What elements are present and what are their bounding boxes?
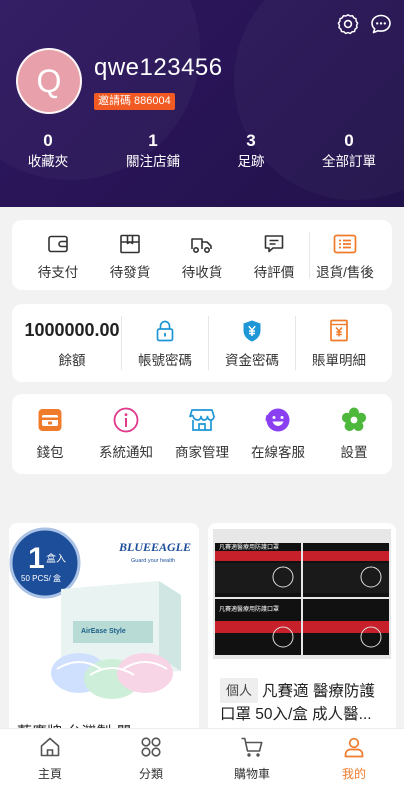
brand-tagline: Guard your health (131, 558, 175, 564)
order-to-receive[interactable]: 待收貨 (167, 232, 237, 281)
stat-label: 全部訂單 (322, 154, 376, 169)
badge-pieces: 50 PCS/ 盒 (21, 573, 61, 583)
tab-label: 購物車 (233, 767, 270, 781)
bill-details[interactable]: 賬單明細 (296, 318, 382, 369)
smiley-headset-icon (265, 408, 290, 432)
tab-category[interactable]: 分類 (111, 735, 191, 782)
order-item-label: 退貨/售後 (316, 265, 374, 280)
user-icon (344, 737, 364, 758)
seller-type-tag: 個人 (220, 678, 259, 703)
truck-icon (191, 238, 212, 254)
service-system-notice[interactable]: 系統通知 (90, 406, 162, 461)
shop-icon (189, 409, 215, 431)
order-item-label: 待支付 (37, 265, 79, 280)
stat-value: 1 (148, 131, 158, 150)
badge-number: 1 (28, 542, 45, 575)
comment-icon (264, 235, 284, 253)
tab-label: 我的 (341, 767, 366, 781)
service-label: 錢包 (36, 445, 64, 460)
stat-label: 關注店鋪 (126, 154, 180, 169)
service-wallet[interactable]: 錢包 (14, 406, 86, 461)
cart-icon (241, 737, 263, 757)
return-list-icon (333, 234, 357, 254)
account-card: 1000000.00 餘額 帳號密碼 資金密碼 賬單明細 (12, 304, 392, 382)
order-status-card: 待支付 待發貨 待收貨 待評價 退貨/售後 (12, 220, 392, 290)
order-to-ship[interactable]: 待發貨 (95, 232, 165, 281)
bottom-tab-bar: 主頁 分類 購物車 我的 (0, 728, 404, 785)
flower-gear-icon (341, 407, 367, 432)
box-label: 凡賽適醫療用防護口罩 (219, 605, 279, 613)
order-item-label: 待收貨 (181, 265, 223, 280)
brand-name: BLUEEAGLE (118, 540, 191, 554)
info-icon (113, 407, 139, 433)
order-item-label: 待評價 (253, 265, 295, 280)
product-card[interactable]: 1 盒入 50 PCS/ 盒 BLUEEAGLE Guard your heal… (9, 523, 199, 738)
chat-bubble-icon[interactable] (369, 12, 393, 36)
account-item-label: 帳號密碼 (138, 353, 192, 368)
category-icon (141, 737, 161, 757)
stat-label: 足跡 (237, 154, 265, 169)
tab-cart[interactable]: 購物車 (212, 735, 292, 782)
box-product-name: AirEase Style (81, 628, 126, 635)
stat-footprints[interactable]: 3 足跡 (211, 131, 291, 172)
lock-icon (156, 320, 174, 342)
service-label: 在線客服 (251, 445, 305, 460)
badge-unit: 盒入 (46, 552, 66, 565)
stat-value: 0 (43, 131, 53, 150)
order-pending-payment[interactable]: 待支付 (23, 232, 93, 281)
box-label: 凡賽適醫療用防護口罩 (219, 543, 279, 551)
stat-all-orders[interactable]: 0 全部訂單 (309, 131, 389, 172)
tab-mine[interactable]: 我的 (314, 735, 394, 782)
product-image-mask-boxes: 凡賽適醫療用防護口罩 凡賽適醫療用防護口罩 (213, 529, 391, 659)
balance-label: 餘額 (58, 353, 86, 368)
tab-home[interactable]: 主頁 (10, 735, 90, 782)
service-settings[interactable]: 設置 (318, 406, 390, 461)
stats-row: 0 收藏夾 1 關注店鋪 3 足跡 0 全部訂單 (0, 131, 404, 175)
shield-yen-icon (243, 320, 261, 342)
account-password[interactable]: 帳號密碼 (122, 318, 208, 369)
order-returns[interactable]: 退貨/售後 (310, 232, 380, 281)
account-item-label: 賬單明細 (312, 353, 366, 368)
username: qwe123456 (94, 54, 223, 81)
service-online-support[interactable]: 在線客服 (242, 406, 314, 461)
balance-value: 1000000.00 (24, 320, 120, 340)
invite-code-badge[interactable]: 邀請碼 886004 (94, 93, 175, 110)
home-icon (40, 737, 60, 757)
services-card: 錢包 系統通知 商家管理 在線客服 設置 (12, 394, 392, 474)
product-card[interactable]: 凡賽適醫療用防護口罩 凡賽適醫療用防護口罩 個人 凡賽適 醫療防護口罩 50入/盒… (208, 523, 396, 738)
box-icon (120, 234, 140, 254)
tab-label: 主頁 (37, 767, 62, 781)
stat-favorites[interactable]: 0 收藏夾 (8, 131, 88, 172)
profile-header: Q qwe123456 邀請碼 886004 0 收藏夾 1 關注店鋪 3 足跡… (0, 0, 404, 207)
tab-label: 分類 (138, 767, 163, 781)
stat-label: 收藏夾 (27, 154, 69, 169)
wallet-card-icon (38, 409, 62, 431)
service-label: 商家管理 (175, 445, 229, 460)
product-image-mask-box: 1 盒入 50 PCS/ 盒 BLUEEAGLE Guard your heal… (9, 523, 199, 738)
order-item-label: 待發貨 (109, 265, 151, 280)
stat-value: 0 (344, 131, 354, 150)
service-label: 系統通知 (99, 445, 153, 460)
gear-icon[interactable] (336, 12, 360, 36)
service-label: 設置 (340, 445, 368, 460)
bill-yen-icon (330, 319, 348, 342)
balance[interactable]: 1000000.00 餘額 (18, 319, 126, 369)
order-to-review[interactable]: 待評價 (239, 232, 309, 281)
product-title: 個人 凡賽適 醫療防護口罩 50入/盒 成人醫... (220, 678, 390, 726)
stat-value: 3 (246, 131, 256, 150)
wallet-icon (48, 235, 68, 253)
avatar[interactable]: Q (16, 48, 82, 114)
fund-password[interactable]: 資金密碼 (209, 318, 295, 369)
stat-followed-shops[interactable]: 1 關注店鋪 (113, 131, 193, 172)
account-item-label: 資金密碼 (225, 353, 279, 368)
service-merchant-management[interactable]: 商家管理 (166, 406, 238, 461)
